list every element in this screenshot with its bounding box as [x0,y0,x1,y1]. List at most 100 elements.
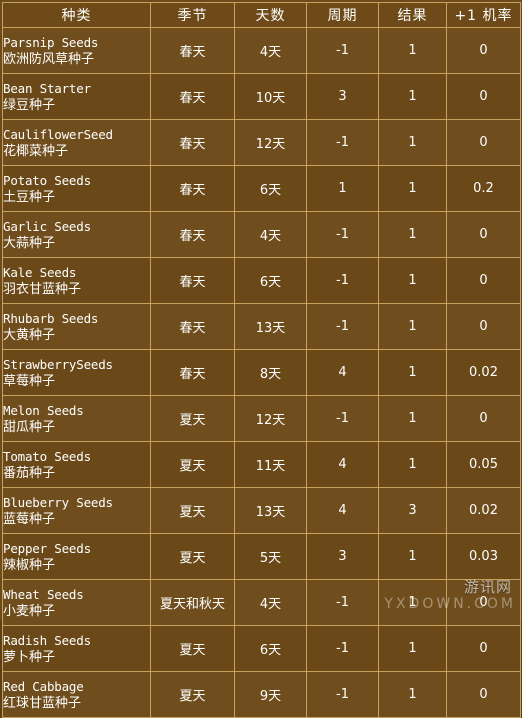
crop-name-zh: 红球甘蓝种子 [3,695,82,711]
table-row: Blueberry Seeds 蓝莓种子 夏天 13天 4 3 0.02 [2,487,521,534]
header-row: 种类 季节 天数 周期 结果 +1 机率 [2,2,521,28]
crop-name-en: Garlic Seeds [3,218,92,234]
cell-chance: 0 [446,671,521,718]
cell-yield: 1 [378,303,447,350]
crop-name-zh: 甜瓜种子 [3,419,56,435]
cell-crop-name: Kale Seeds 羽衣甘蓝种子 [2,257,151,304]
cell-cycle: -1 [306,257,379,304]
cell-crop-name: Garlic Seeds 大蒜种子 [2,211,151,258]
cell-season: 夏天 [150,487,235,534]
cell-season: 夏天和秋天 [150,579,235,626]
table-body: Parsnip Seeds 欧洲防风草种子 春天 4天 -1 1 0 Bean Starter… [2,27,521,718]
cell-cycle: 4 [306,349,379,396]
cell-cycle: -1 [306,395,379,442]
cell-crop-name: Pepper Seeds 辣椒种子 [2,533,151,580]
cell-yield: 1 [378,257,447,304]
crop-name-en: Red Cabbage [3,678,84,694]
crop-name-zh: 羽衣甘蓝种子 [3,281,82,297]
cell-days: 6天 [234,165,307,212]
cell-days: 4天 [234,579,307,626]
crop-name-en: Parsnip Seeds [3,34,99,50]
cell-chance: 0.05 [446,441,521,488]
table-header: 种类 季节 天数 周期 结果 +1 机率 [2,2,521,28]
crop-name-en: Wheat Seeds [3,586,84,602]
crop-name-en: CauliflowerSeed [3,126,114,142]
table-row: Wheat Seeds 小麦种子 夏天和秋天 4天 -1 1 0 [2,579,521,626]
cell-season: 夏天 [150,625,235,672]
cell-crop-name: Blueberry Seeds 蓝莓种子 [2,487,151,534]
crop-name-zh: 萝卜种子 [3,649,56,665]
table-row: Pepper Seeds 辣椒种子 夏天 5天 3 1 0.03 [2,533,521,580]
header-cell-cycle: 周期 [306,2,379,28]
table-row: Garlic Seeds 大蒜种子 春天 4天 -1 1 0 [2,211,521,258]
crop-name-zh: 小麦种子 [3,603,56,619]
cell-days: 10天 [234,73,307,120]
crop-name-en: Radish Seeds [3,632,92,648]
cell-cycle: -1 [306,625,379,672]
header-cell-name: 种类 [2,2,151,28]
cell-season: 夏天 [150,671,235,718]
crop-name-en: Potato Seeds [3,172,92,188]
cell-days: 12天 [234,119,307,166]
table-row: Red Cabbage 红球甘蓝种子 夏天 9天 -1 1 0 [2,671,521,718]
table-row: Kale Seeds 羽衣甘蓝种子 春天 6天 -1 1 0 [2,257,521,304]
cell-cycle: -1 [306,671,379,718]
table-row: StrawberrySeeds 草莓种子 春天 8天 4 1 0.02 [2,349,521,396]
cell-crop-name: CauliflowerSeed 花椰菜种子 [2,119,151,166]
cell-yield: 1 [378,671,447,718]
cell-yield: 1 [378,73,447,120]
header-cell-yield: 结果 [378,2,447,28]
cell-cycle: -1 [306,119,379,166]
cell-season: 春天 [150,303,235,350]
cell-chance: 0.02 [446,487,521,534]
cell-yield: 1 [378,211,447,258]
crop-name-en: Pepper Seeds [3,540,92,556]
cell-season: 春天 [150,349,235,396]
cell-yield: 1 [378,349,447,396]
cell-crop-name: StrawberrySeeds 草莓种子 [2,349,151,396]
cell-crop-name: Rhubarb Seeds 大黄种子 [2,303,151,350]
crop-table-sheet: 种类 季节 天数 周期 结果 +1 机率 Parsnip Seeds 欧洲防风草种… [0,0,522,718]
table-row: Parsnip Seeds 欧洲防风草种子 春天 4天 -1 1 0 [2,27,521,74]
cell-yield: 1 [378,119,447,166]
cell-chance: 0.2 [446,165,521,212]
cell-yield: 3 [378,487,447,534]
cell-crop-name: Melon Seeds 甜瓜种子 [2,395,151,442]
cell-days: 11天 [234,441,307,488]
cell-chance: 0 [446,73,521,120]
cell-yield: 1 [378,625,447,672]
table-row: CauliflowerSeed 花椰菜种子 春天 12天 -1 1 0 [2,119,521,166]
cell-yield: 1 [378,441,447,488]
crop-name-en: StrawberrySeeds [3,356,114,372]
cell-crop-name: Tomato Seeds 番茄种子 [2,441,151,488]
cell-chance: 0 [446,257,521,304]
crop-name-zh: 番茄种子 [3,465,56,481]
cell-cycle: -1 [306,303,379,350]
cell-chance: 0 [446,395,521,442]
table-row: Tomato Seeds 番茄种子 夏天 11天 4 1 0.05 [2,441,521,488]
header-cell-days: 天数 [234,2,307,28]
cell-crop-name: Red Cabbage 红球甘蓝种子 [2,671,151,718]
cell-cycle: -1 [306,27,379,74]
cell-season: 春天 [150,165,235,212]
cell-crop-name: Potato Seeds 土豆种子 [2,165,151,212]
crop-table: 种类 季节 天数 周期 结果 +1 机率 Parsnip Seeds 欧洲防风草种… [2,2,521,718]
crop-name-zh: 土豆种子 [3,189,56,205]
cell-cycle: 4 [306,441,379,488]
crop-name-zh: 花椰菜种子 [3,143,69,159]
crop-name-en: Kale Seeds [3,264,77,280]
cell-yield: 1 [378,27,447,74]
crop-name-en: Melon Seeds [3,402,84,418]
cell-days: 12天 [234,395,307,442]
cell-days: 6天 [234,625,307,672]
cell-crop-name: Wheat Seeds 小麦种子 [2,579,151,626]
cell-season: 春天 [150,73,235,120]
cell-cycle: -1 [306,579,379,626]
header-cell-season: 季节 [150,2,235,28]
cell-season: 夏天 [150,395,235,442]
cell-season: 夏天 [150,441,235,488]
crop-name-en: Rhubarb Seeds [3,310,99,326]
cell-days: 4天 [234,211,307,258]
table-row: Melon Seeds 甜瓜种子 夏天 12天 -1 1 0 [2,395,521,442]
cell-days: 13天 [234,303,307,350]
